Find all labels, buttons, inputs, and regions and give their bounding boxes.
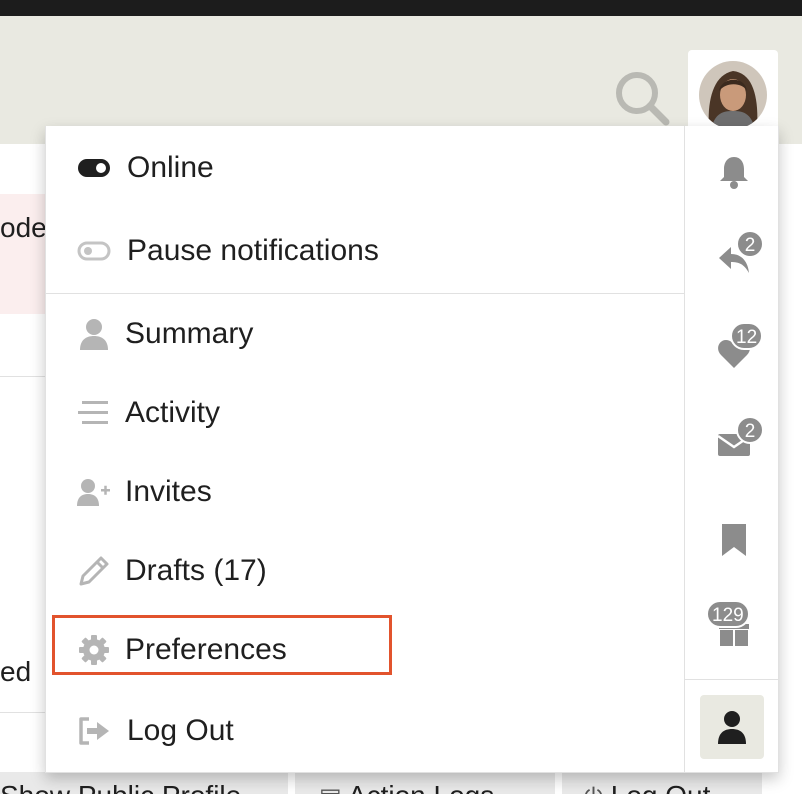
menu-item-summary[interactable]: Summary: [46, 301, 684, 367]
pause-notifications[interactable]: Pause notifications: [46, 218, 684, 284]
sidebar-divider: [685, 679, 778, 680]
menu-item-label: Activity: [125, 396, 221, 429]
menu-item-logout[interactable]: Log Out: [46, 698, 684, 764]
logout-background-button[interactable]: ⏻ Log Out: [562, 772, 762, 794]
badges-count: 129: [706, 600, 750, 628]
tab-bookmarks[interactable]: [706, 512, 762, 568]
background-text-fragment: ode: [0, 212, 47, 243]
menu-item-label: Log Out: [127, 714, 234, 747]
messages-badge: 2: [736, 416, 764, 444]
user-icon: [76, 316, 112, 352]
toggle-off-icon: [76, 233, 112, 269]
status-online[interactable]: Online: [46, 135, 684, 201]
menu-item-invites[interactable]: Invites: [46, 459, 684, 525]
status-online-label: Online: [127, 151, 214, 184]
likes-badge: 12: [730, 322, 764, 350]
button-label: Show Public Profile: [0, 780, 241, 794]
tab-notifications[interactable]: [706, 144, 762, 200]
menu-items-panel: Online Pause notifications Summary Activ…: [46, 126, 684, 772]
background-text-fragment: ed: [0, 656, 32, 687]
search-icon: [616, 72, 670, 126]
menu-item-activity[interactable]: Activity: [46, 380, 684, 446]
background-divider: [0, 712, 46, 713]
site-header: [0, 16, 802, 144]
toggle-on-icon: [76, 150, 112, 186]
power-icon: ⏻: [584, 784, 603, 794]
menu-divider: [46, 293, 684, 294]
action-logs-button[interactable]: ▤ Action Logs: [295, 772, 555, 794]
pause-notifications-label: Pause notifications: [127, 234, 379, 267]
menu-item-label: Drafts (17): [125, 554, 267, 587]
button-label: Action Logs: [348, 780, 494, 794]
user-icon: [718, 711, 746, 744]
tab-profile[interactable]: [700, 695, 764, 759]
window-top-bar: [0, 0, 802, 16]
button-label: Log Out: [611, 780, 711, 794]
tab-replies[interactable]: 2: [706, 230, 764, 288]
menu-vertical-divider: [684, 126, 685, 772]
bell-icon: [720, 157, 748, 189]
show-public-profile-button[interactable]: Show Public Profile: [0, 772, 288, 794]
user-menu-panel: Online Pause notifications Summary Activ…: [45, 126, 779, 773]
tab-messages[interactable]: 2: [706, 416, 764, 472]
search-button[interactable]: [610, 66, 674, 130]
pencil-icon: [76, 553, 112, 589]
user-plus-icon: [76, 474, 112, 510]
background-divider: [0, 376, 46, 377]
tab-badges[interactable]: 129: [706, 600, 762, 660]
list-icon: ▤: [319, 784, 342, 794]
menu-item-drafts[interactable]: Drafts (17): [46, 538, 684, 604]
replies-badge: 2: [736, 230, 764, 258]
highlight-box: [52, 615, 392, 675]
avatar: [699, 61, 767, 129]
bookmark-icon: [722, 524, 746, 556]
sign-out-icon: [76, 713, 112, 749]
menu-item-label: Invites: [125, 475, 212, 508]
stream-icon: [76, 395, 112, 431]
menu-item-label: Summary: [125, 317, 254, 350]
tab-likes[interactable]: 12: [706, 322, 764, 382]
